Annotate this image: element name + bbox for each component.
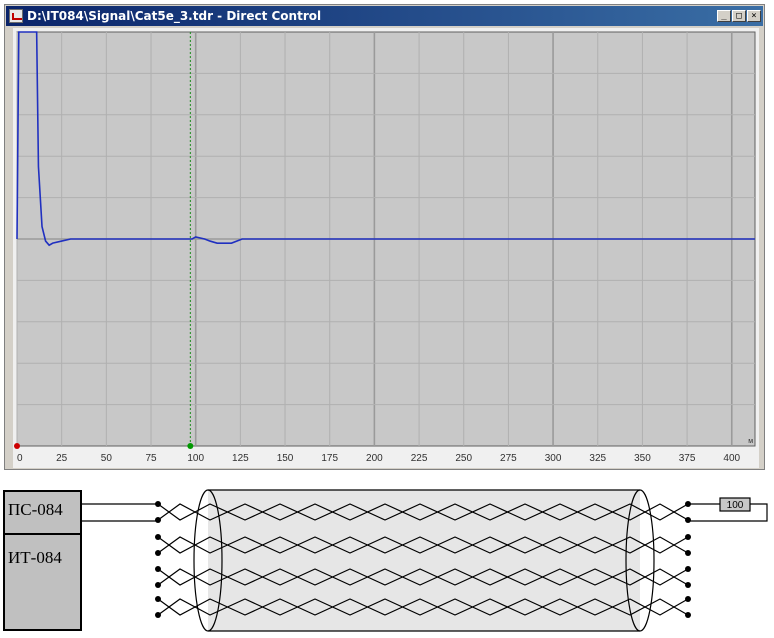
x-tick-label: 225 [411,453,428,464]
terminator-label: 100 [727,500,744,511]
device-bottom-label: ИТ-084 [8,548,62,567]
app-icon[interactable] [9,9,23,23]
cable-schematic: ПС-084 ИТ-084 100 [3,489,768,632]
app-window: D:\IT084\Signal\Cat5e_3.tdr - Direct Con… [4,4,765,470]
minimize-button[interactable]: _ [717,10,731,22]
x-tick-label: 300 [545,453,562,464]
x-tick-label: 200 [366,453,383,464]
pair-terminal-right [685,517,691,523]
pair-terminal-left [155,582,161,588]
pair-terminal-right [685,612,691,618]
tdr-plot[interactable]: 0 25 50 75 100 125 150 175 200 225 250 275 300 325 350… [13,28,759,468]
pair-terminal-left [155,612,161,618]
pair-terminal-right [685,596,691,602]
x-tick-label: 50 [101,453,113,464]
x-tick-label: 350 [634,453,651,464]
pair-terminal-left [155,566,161,572]
close-button[interactable]: × [747,10,761,22]
pair-terminal-left [155,596,161,602]
tdr-chart-svg: 0 25 50 75 100 125 150 175 200 225 250 275 300 325 350… [13,28,759,468]
marker-point [14,443,20,449]
window-title: D:\IT084\Signal\Cat5e_3.tdr - Direct Con… [27,9,322,23]
x-tick-label: 125 [232,453,249,464]
x-tick-label: 150 [277,453,294,464]
pair-terminal-left [155,534,161,540]
x-tick-label: 375 [679,453,696,464]
x-unit-label: м [748,438,753,445]
pair-terminal-right [685,582,691,588]
pair-terminal-left [155,501,161,507]
x-tick-label: 0 [17,453,23,464]
x-tick-label: 175 [321,453,338,464]
x-tick-label: 25 [56,453,68,464]
title-bar[interactable]: D:\IT084\Signal\Cat5e_3.tdr - Direct Con… [6,6,763,26]
x-tick-label: 75 [145,453,157,464]
maximize-button[interactable]: □ [732,10,746,22]
marker-point [187,443,194,449]
x-tick-label: 250 [455,453,472,464]
pair-terminal-right [685,566,691,572]
x-tick-label: 400 [723,453,740,464]
device-top-label: ПС-084 [8,500,63,519]
pair-terminal-right [685,534,691,540]
pair-terminal-right [685,550,691,556]
x-tick-label: 275 [500,453,517,464]
pair-terminal-left [155,517,161,523]
pair-terminal-left [155,550,161,556]
x-tick-label: 325 [589,453,606,464]
x-tick-label: 100 [187,453,204,464]
